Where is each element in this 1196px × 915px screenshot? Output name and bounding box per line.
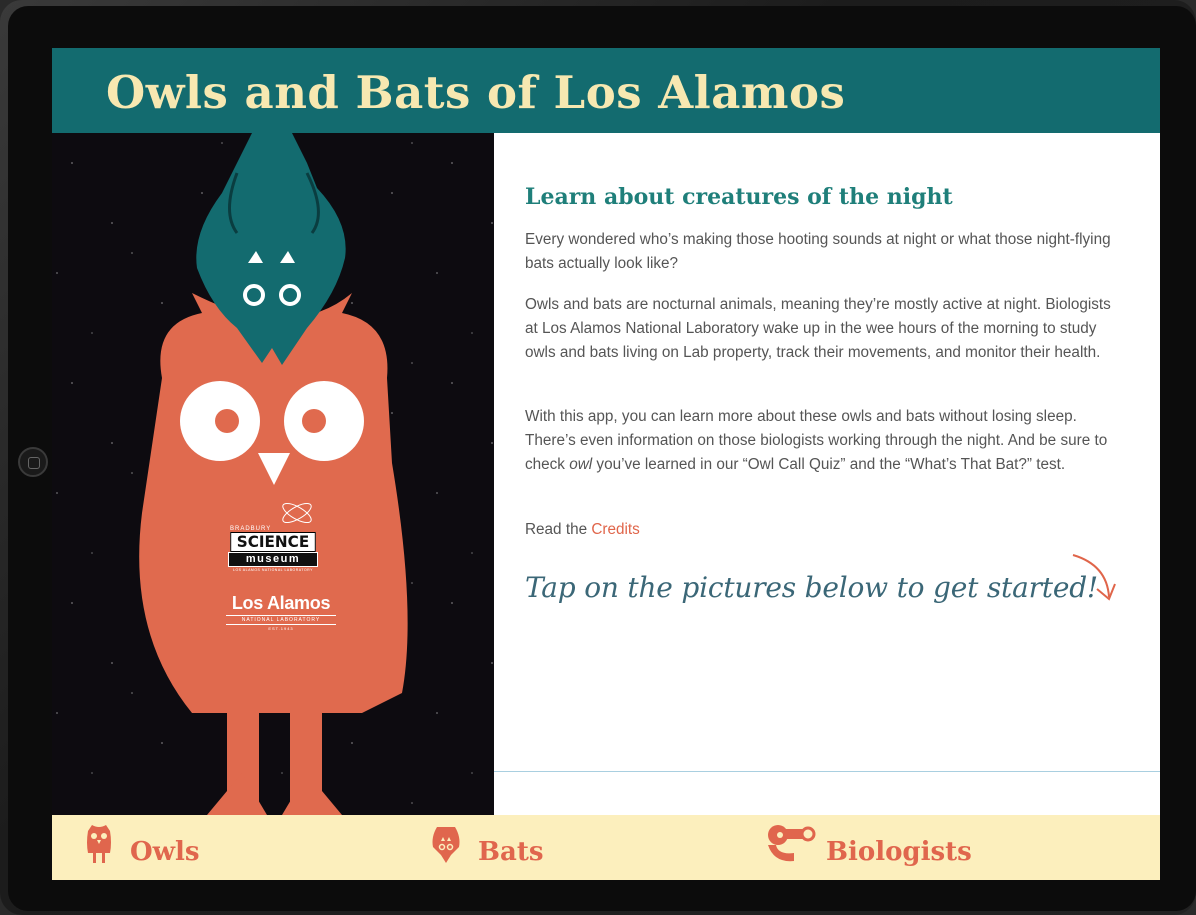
intro-paragraph-1: Every wondered who’s making those hootin… <box>525 231 1111 272</box>
intro-paragraph-3-emphasis: owl <box>569 456 593 473</box>
bottom-tab-bar: Owls Bats Biologists <box>52 815 1160 880</box>
museum-logo-bottom: LOS ALAMOS NATIONAL LABORATORY <box>233 568 313 572</box>
hero-illustration: BRADBURY SCIENCE museum LOS ALAMOS NATIO… <box>52 133 494 815</box>
owl-icon <box>87 825 111 863</box>
tab-bats[interactable]: Bats <box>427 815 587 880</box>
los-alamos-lab-logo: Los Alamos NATIONAL LABORATORY EST.1943 <box>226 593 336 631</box>
home-button[interactable] <box>18 447 48 477</box>
curved-arrow-icon <box>1072 554 1116 601</box>
intro-paragraph-2: Owls and bats are nocturnal animals, mea… <box>525 296 1111 361</box>
lab-logo-sub: NATIONAL LABORATORY <box>226 615 336 625</box>
tab-owls-label: Owls <box>130 837 200 867</box>
intro-heading: Learn about creatures of the night <box>525 184 953 210</box>
owl-body-shape <box>139 293 408 713</box>
app-screen: Owls and Bats of Los Alamos BRADBURY SCI… <box>52 48 1160 880</box>
owl-left-pupil <box>215 409 239 433</box>
intro-panel: Learn about creatures of the night Every… <box>494 133 1160 815</box>
tab-biologists-label: Biologists <box>826 837 972 867</box>
lab-logo-est: EST.1943 <box>268 626 294 631</box>
owl-right-pupil <box>302 409 326 433</box>
credits-line: Read the Credits <box>525 518 1125 542</box>
credits-prefix: Read the <box>525 521 592 538</box>
credits-link[interactable]: Credits <box>591 521 639 538</box>
tab-bats-label: Bats <box>478 837 544 867</box>
app-header: Owls and Bats of Los Alamos <box>52 48 1160 133</box>
owl-bat-illustration <box>139 133 408 815</box>
museum-logo-science: SCIENCE <box>230 532 316 552</box>
intro-paragraph-3-part-2: you’ve learned in our “Owl Call Quiz” an… <box>592 456 1066 473</box>
bradbury-science-museum-logo: BRADBURY SCIENCE museum LOS ALAMOS NATIO… <box>228 526 318 572</box>
museum-logo-museum: museum <box>228 552 318 567</box>
tablet-frame: Owls and Bats of Los Alamos BRADBURY SCI… <box>0 0 1196 915</box>
intro-paragraph-3: With this app, you can learn more about … <box>525 405 1125 477</box>
bat-icon <box>432 827 460 863</box>
tap-prompt: Tap on the pictures below to get started… <box>525 571 1098 604</box>
lab-logo-name: Los Alamos <box>231 593 331 613</box>
content-divider <box>494 771 1160 772</box>
biologist-binoculars-icon <box>768 825 816 862</box>
tab-owls[interactable]: Owls <box>80 815 260 880</box>
app-title: Owls and Bats of Los Alamos <box>106 66 846 119</box>
tab-biologists[interactable]: Biologists <box>762 815 1002 880</box>
